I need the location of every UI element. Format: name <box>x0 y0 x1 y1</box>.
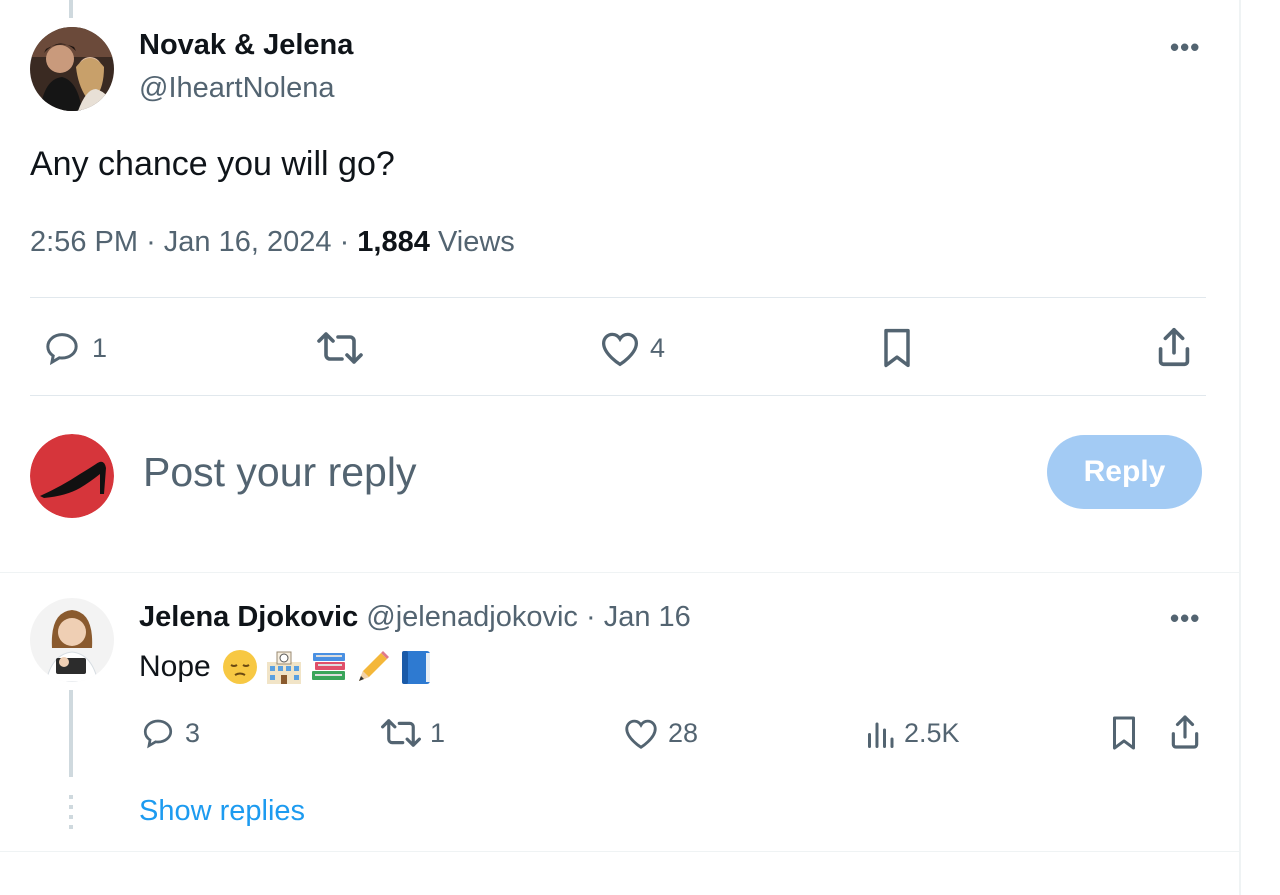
tweet-date[interactable]: Jan 16, 2024 <box>164 226 332 258</box>
reply-button[interactable]: Reply <box>1047 435 1202 509</box>
thread-line-top <box>69 0 73 18</box>
reply-reply-action[interactable]: 3 <box>139 715 200 751</box>
bookmark-icon <box>1112 716 1136 750</box>
meta-separator: · <box>146 226 156 258</box>
reply-count: 1 <box>92 332 108 363</box>
retweet-icon <box>381 719 421 747</box>
retweet-icon <box>317 332 363 364</box>
reply-more-options-icon[interactable]: ••• <box>1170 603 1200 634</box>
tweet-meta: 2:56 PM · Jan 16, 2024 · 1,884 Views <box>30 226 515 259</box>
author-name[interactable]: Novak & Jelena <box>139 29 353 61</box>
author-avatar[interactable] <box>30 27 114 111</box>
reply-text-row: Nope <box>139 646 439 688</box>
reply-retweet-action[interactable]: 1 <box>380 715 445 751</box>
tweet-text: Any chance you will go? <box>30 145 395 183</box>
reply-like-count: 28 <box>668 717 699 748</box>
divider <box>0 851 1239 852</box>
like-count: 4 <box>650 332 666 363</box>
views-label: Views <box>437 226 515 258</box>
pencil-emoji <box>358 651 389 681</box>
author-handle[interactable]: @IheartNolena <box>139 72 335 104</box>
tweet-time[interactable]: 2:56 PM <box>30 226 138 258</box>
reply-text: Nope <box>139 650 211 683</box>
reply-input[interactable]: Post your reply <box>143 449 416 496</box>
bookmark-action[interactable] <box>878 326 916 370</box>
bookmark-icon <box>884 328 910 368</box>
school-emoji <box>266 651 301 684</box>
thread-line <box>69 690 73 777</box>
blue-book-emoji <box>401 651 430 684</box>
share-action[interactable] <box>1154 324 1194 370</box>
divider <box>0 572 1239 573</box>
reply-views-count: 2.5K <box>904 717 960 748</box>
share-icon <box>1171 715 1199 749</box>
my-avatar[interactable] <box>30 434 114 518</box>
heart-icon <box>601 332 639 367</box>
reply-views-action[interactable]: 2.5K <box>864 715 960 751</box>
retweet-action[interactable] <box>316 328 372 368</box>
like-action[interactable]: 4 <box>598 328 665 368</box>
reply-icon <box>143 719 173 749</box>
share-icon <box>1158 327 1190 367</box>
reply-bookmark-action[interactable] <box>1108 714 1140 752</box>
views-count[interactable]: 1,884 <box>357 226 430 258</box>
reply-author-name[interactable]: Jelena Djokovic <box>139 601 358 633</box>
reply-retweet-count: 1 <box>430 717 446 748</box>
reply-author-avatar[interactable] <box>30 598 114 682</box>
reply-author-handle[interactable]: @jelenadjokovic <box>366 601 578 633</box>
reply-action[interactable]: 1 <box>40 328 107 368</box>
meta-separator: · <box>339 226 350 258</box>
more-options-icon[interactable]: ••• <box>1170 32 1200 63</box>
author-name-row: Novak & Jelena <box>139 29 353 62</box>
reply-header: Jelena Djokovic @jelenadjokovic · Jan 16 <box>139 601 691 634</box>
reply-icon <box>46 333 78 366</box>
analytics-icon <box>868 722 894 748</box>
reply-reply-count: 3 <box>185 717 201 748</box>
meta-separator: · <box>585 601 596 633</box>
reply-share-action[interactable] <box>1168 712 1202 752</box>
reply-date[interactable]: Jan 16 <box>604 601 691 633</box>
divider <box>30 297 1206 298</box>
show-replies-link[interactable]: Show replies <box>139 795 305 828</box>
column-border <box>1239 0 1241 895</box>
reply-like-action[interactable]: 28 <box>622 715 698 751</box>
divider <box>30 395 1206 396</box>
thread-dotted-line <box>69 795 73 835</box>
pensive-face-emoji <box>222 650 257 684</box>
heart-icon <box>625 719 657 749</box>
books-emoji <box>311 653 345 680</box>
